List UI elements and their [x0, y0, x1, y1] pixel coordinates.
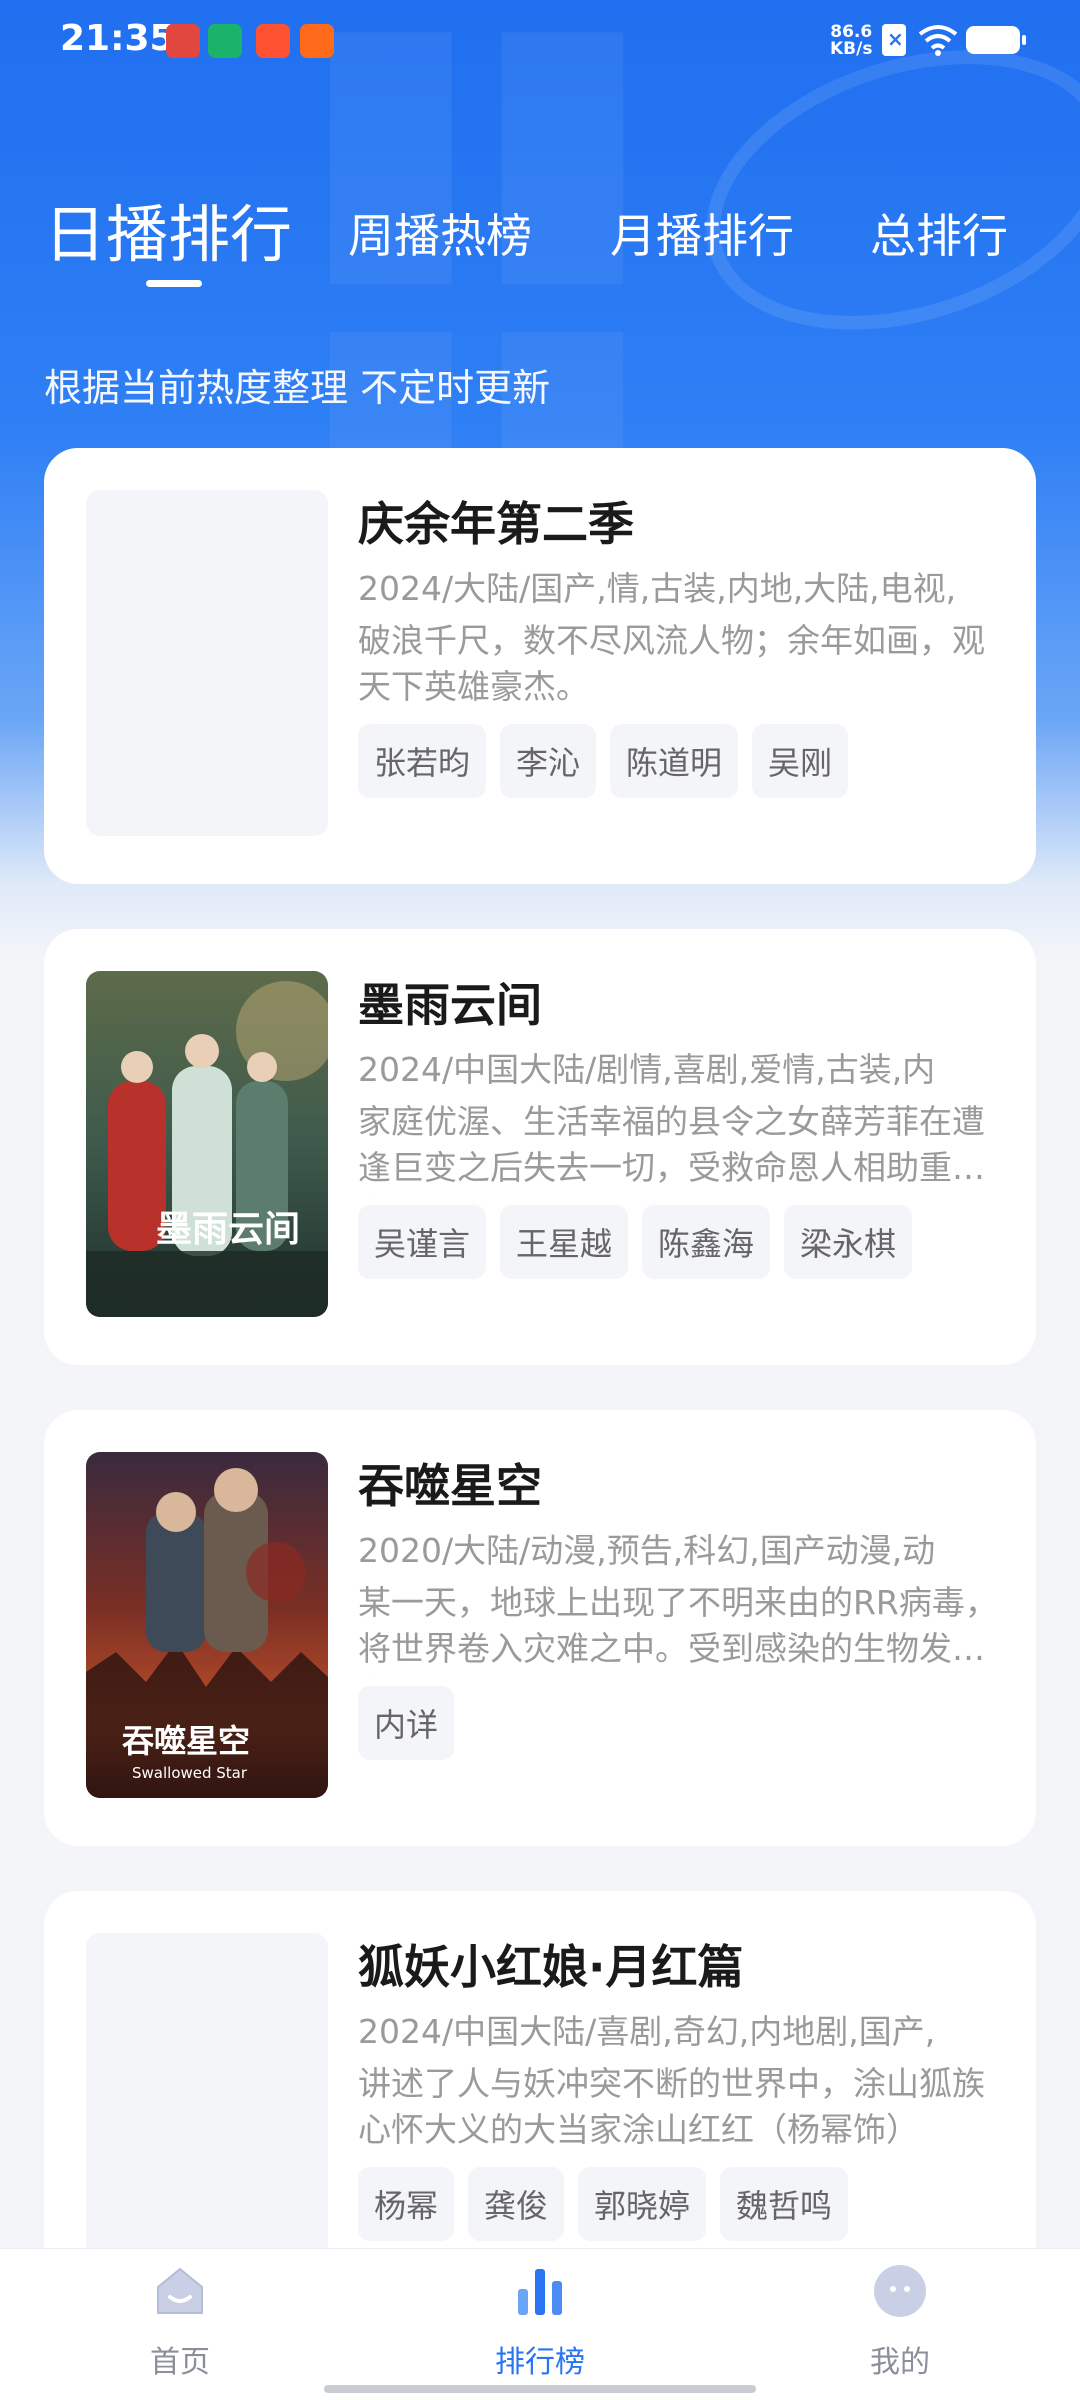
poster-placeholder: [86, 490, 328, 836]
cast-tag: 郭晓婷: [578, 2167, 707, 2241]
cast-tag: 龚俊: [468, 2167, 565, 2241]
nav-home[interactable]: 首页: [80, 2263, 280, 2381]
tab-total[interactable]: 总排行: [870, 200, 1008, 266]
cast-tags: 张若昀 李沁 陈道明 吴刚: [358, 724, 849, 798]
poster-image: 墨雨云间: [86, 971, 328, 1317]
profile-icon: [874, 2265, 926, 2317]
cast-tag: 吴刚: [752, 724, 849, 798]
item-meta: 2024/大陆/国产,情,古装,内地,大陆,电视,: [358, 569, 957, 608]
item-title: 墨雨云间: [358, 978, 542, 1032]
cast-tag: 张若昀: [358, 724, 487, 798]
list-item[interactable]: 墨雨云间 墨雨云间 2024/中国大陆/剧情,喜剧,爱情,古装,内 家庭优渥、生…: [44, 929, 1036, 1365]
item-meta: 2020/大陆/动漫,预告,科幻,国产动漫,动: [358, 1531, 936, 1570]
poster-title: 墨雨云间: [156, 1209, 300, 1250]
cast-tag: 陈道明: [610, 724, 739, 798]
item-meta: 2024/中国大陆/喜剧,奇幻,内地剧,国产,: [358, 2012, 936, 2051]
cast-tag: 吴谨言: [358, 1205, 487, 1279]
cast-tags: 吴谨言 王星越 陈鑫海 梁永棋: [358, 1205, 913, 1279]
poster-title: 吞噬星空: [122, 1722, 250, 1760]
item-description: 某一天，地球上出现了不明来由的RR病毒，将世界卷入灾难之中。受到感染的生物发生变…: [358, 1583, 998, 1678]
item-description: 家庭优渥、生活幸福的县令之女薛芳菲在遭逢巨变之后失去一切，受救命恩人相助重返京城: [358, 1102, 985, 1197]
wifi-icon: [918, 25, 958, 56]
game-app-notification-icon: [166, 24, 200, 58]
battery-icon: [966, 26, 1026, 54]
cast-tag: 陈鑫海: [642, 1205, 771, 1279]
tab-weekly[interactable]: 周播热榜: [348, 200, 532, 266]
item-description: 破浪千尺，数不尽风流人物；余年如画，观天下英雄豪杰。: [358, 621, 985, 706]
item-title: 吞噬星空: [358, 1459, 542, 1513]
nav-profile-label: 我的: [870, 2345, 930, 2380]
cast-tag: 李沁: [500, 724, 597, 798]
home-indicator: [324, 2385, 756, 2393]
home-icon: [157, 2268, 203, 2314]
item-meta: 2024/中国大陆/剧情,喜剧,爱情,古装,内: [358, 1050, 936, 1089]
sim-icon: [882, 24, 906, 56]
cast-tag: 杨幂: [358, 2167, 455, 2241]
status-time: 21:35: [60, 18, 175, 59]
active-tab-indicator: [146, 280, 202, 287]
poster-image: 吞噬星空 Swallowed Star: [86, 1452, 328, 1798]
cast-tag: 王星越: [500, 1205, 629, 1279]
tab-daily[interactable]: 日播排行: [44, 184, 292, 274]
cast-tag: 内详: [358, 1686, 455, 1760]
cast-tags: 内详: [358, 1686, 455, 1760]
item-title: 庆余年第二季: [358, 497, 634, 551]
status-bar: 21:35 86.6 KB/s: [0, 0, 1080, 84]
tab-monthly[interactable]: 月播排行: [610, 200, 794, 266]
cast-tag: 魏哲鸣: [720, 2167, 849, 2241]
nav-ranking[interactable]: 排行榜: [440, 2263, 640, 2381]
app-notification-icon: [300, 24, 334, 58]
taobao-notification-icon: [256, 24, 290, 58]
cast-tags: 杨幂 龚俊 郭晓婷 魏哲鸣: [358, 2167, 849, 2241]
list-item[interactable]: 吞噬星空 Swallowed Star 吞噬星空 2020/大陆/动漫,预告,科…: [44, 1410, 1036, 1846]
item-title: 狐妖小红娘·月红篇: [358, 1940, 744, 1994]
item-description: 讲述了人与妖冲突不断的世界中，涂山狐族心怀大义的大当家涂山红红（杨幂饰）: [358, 2064, 985, 2149]
poster-placeholder: [86, 1933, 328, 2279]
list-item[interactable]: 庆余年第二季 2024/大陆/国产,情,古装,内地,大陆,电视, 破浪千尺，数不…: [44, 448, 1036, 884]
nav-home-label: 首页: [150, 2345, 210, 2380]
ranking-tabs: 日播排行 周播热榜 月播排行 总排行: [0, 180, 1080, 290]
ranking-subtitle: 根据当前热度整理 不定时更新: [44, 366, 551, 410]
chart-icon: [518, 2269, 562, 2315]
boss-app-notification-icon: [208, 24, 242, 58]
cast-tag: 梁永棋: [784, 1205, 913, 1279]
network-speed: 86.6 KB/s: [830, 22, 873, 59]
nav-ranking-label: 排行榜: [495, 2345, 585, 2380]
nav-profile[interactable]: 我的: [800, 2263, 1000, 2381]
bottom-navigation: 首页 排行榜 我的: [0, 2248, 1080, 2400]
poster-subtitle: Swallowed Star: [132, 1764, 248, 1782]
